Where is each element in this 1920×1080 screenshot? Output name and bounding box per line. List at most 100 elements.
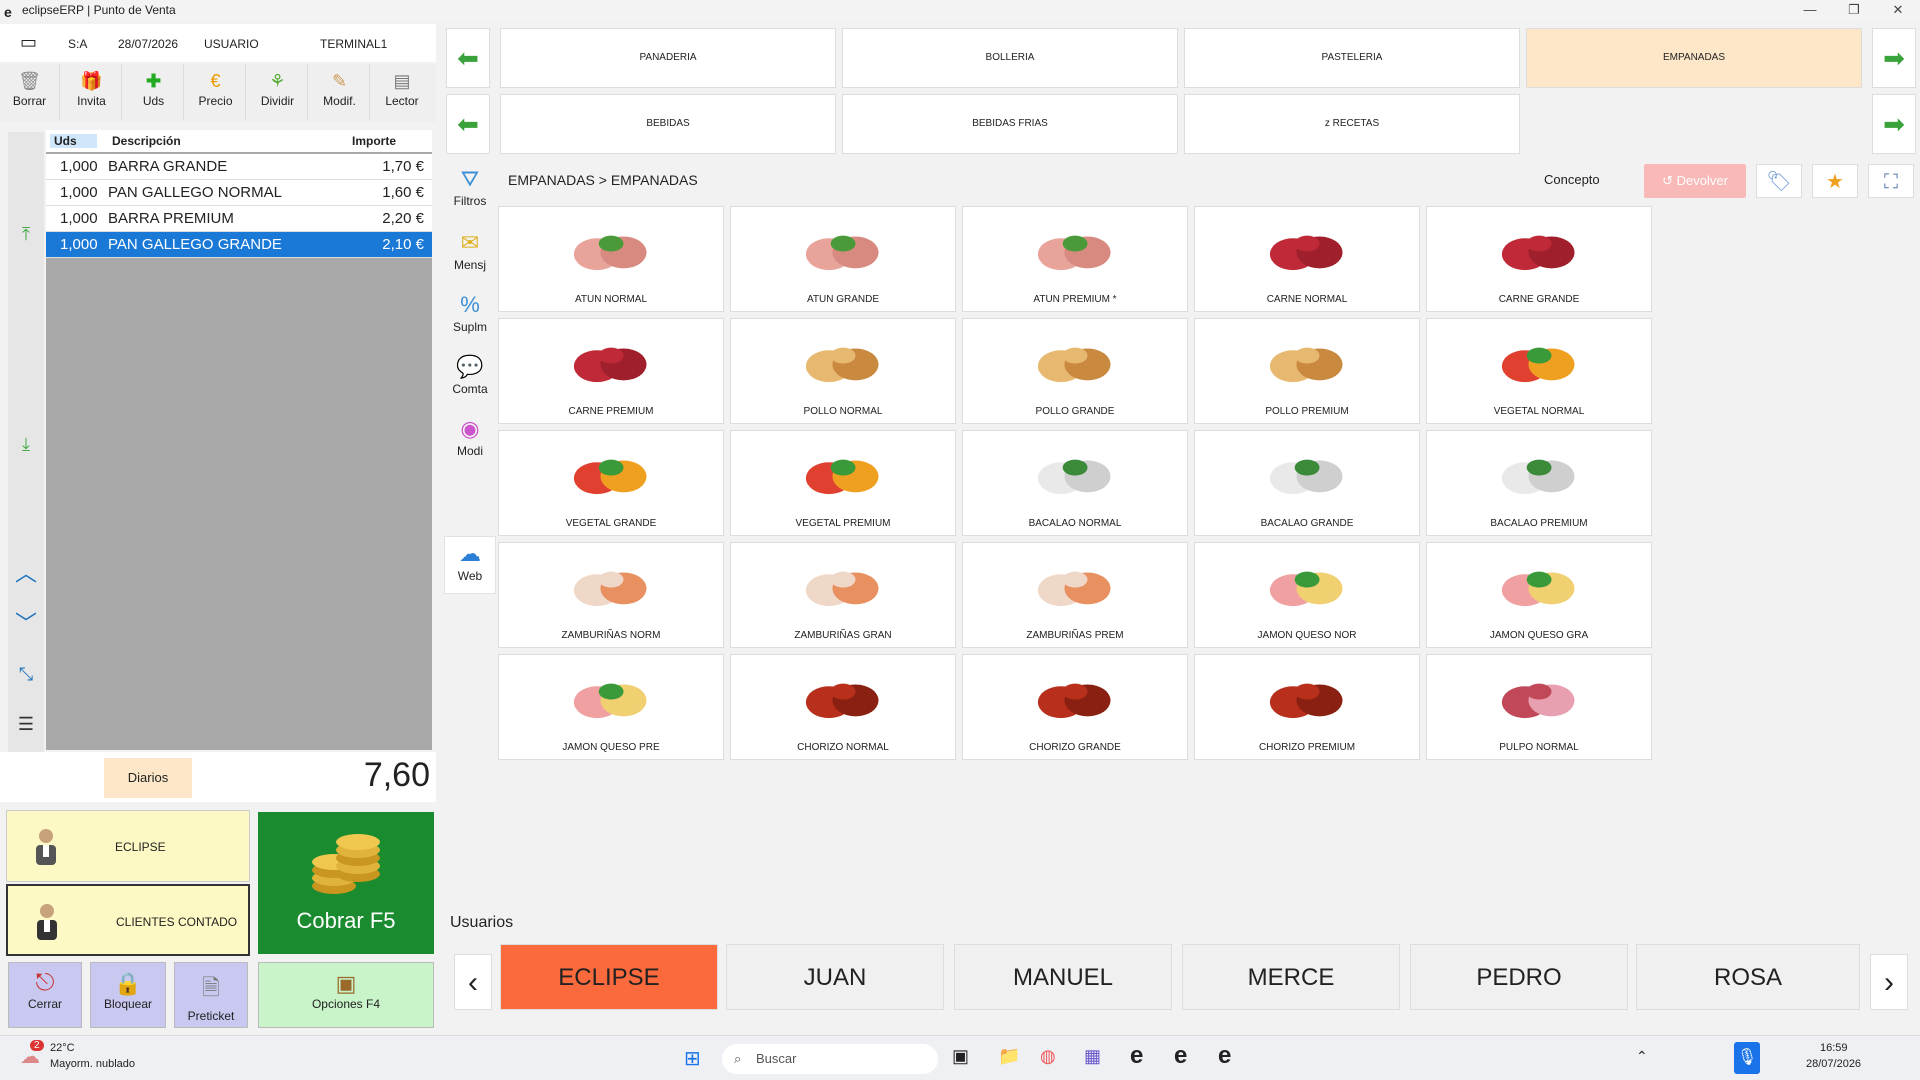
microphone-icon[interactable]: 🎙 [1734,1042,1760,1074]
category-prev-arrow-1[interactable]: ⬅ [446,28,490,88]
users-next-arrow[interactable]: › [1870,954,1908,1010]
product-tile[interactable]: ZAMBURIÑAS NORM [498,542,724,648]
product-tile[interactable]: ATUN GRANDE [730,206,956,312]
product-tile[interactable]: CHORIZO NORMAL [730,654,956,760]
dividir-button[interactable]: ⚘ Dividir [248,64,308,120]
web-button[interactable]: ☁ Web [444,536,496,594]
borrar-button[interactable]: 🗑 Borrar [0,64,60,120]
minimize-button[interactable]: — [1790,0,1830,20]
category-bebidas[interactable]: BEBIDAS [500,94,836,154]
user-eclipse-button[interactable]: ECLIPSE [500,944,718,1010]
product-name: ZAMBURIÑAS GRAN [794,630,892,641]
product-tile[interactable]: ATUN PREMIUM * [962,206,1188,312]
order-row[interactable]: 1,000 PAN GALLEGO NORMAL 1,60 € [46,180,432,206]
restore-button[interactable]: ❐ [1834,0,1874,20]
star-icon[interactable]: ★ [1812,164,1858,198]
product-tile[interactable]: CARNE PREMIUM [498,318,724,424]
category-recetas[interactable]: z RECETAS [1184,94,1520,154]
cerrar-button[interactable]: ⎋ Cerrar [8,962,82,1028]
concepto-label[interactable]: Concepto [1544,172,1600,187]
eclipse-app-icon[interactable]: e [1174,1042,1187,1070]
folder-icon[interactable]: 📁 [998,1046,1020,1067]
product-tile[interactable]: CHORIZO PREMIUM [1194,654,1420,760]
user-juan-button[interactable]: JUAN [726,944,944,1010]
product-tile[interactable]: PULPO NORMAL [1426,654,1652,760]
bloquear-button[interactable]: 🔒 Bloquear [90,962,166,1028]
user-merce-button[interactable]: MERCE [1182,944,1400,1010]
product-tile[interactable]: BACALAO NORMAL [962,430,1188,536]
task-view-icon[interactable]: ▣ [952,1046,969,1067]
product-tile[interactable]: BACALAO GRANDE [1194,430,1420,536]
browser-icon[interactable]: ◍ [1040,1046,1056,1067]
eclipse-app-icon[interactable]: e [1218,1042,1231,1070]
product-tile[interactable]: BACALAO PREMIUM [1426,430,1652,536]
user-manuel-button[interactable]: MANUEL [954,944,1172,1010]
fullscreen-icon[interactable]: ⛶ [1868,164,1914,198]
order-row[interactable]: 1,000 BARRA PREMIUM 2,20 € [46,206,432,232]
product-tile[interactable]: CARNE GRANDE [1426,206,1652,312]
product-tile[interactable]: CHORIZO GRANDE [962,654,1188,760]
windows-start-icon[interactable]: ⊞ [684,1046,701,1071]
category-prev-arrow-2[interactable]: ⬅ [446,94,490,154]
move-top-icon[interactable]: ⤒ [8,212,44,256]
teams-icon[interactable]: ▦ [1084,1046,1101,1067]
product-tile[interactable]: CARNE NORMAL [1194,206,1420,312]
cobrar-button[interactable]: Cobrar F5 [258,812,434,954]
modi-button[interactable]: ◉ Modi [444,412,496,470]
user-rosa-button[interactable]: ROSA [1636,944,1860,1010]
category-bebidas-frias[interactable]: BEBIDAS FRIAS [842,94,1178,154]
product-tile[interactable]: JAMON QUESO PRE [498,654,724,760]
comment-icon: 💬 [456,354,484,379]
mensj-button[interactable]: ✉ Mensj [444,226,496,284]
lector-button[interactable]: ▤ Lector [372,64,432,120]
line-list-icon[interactable]: ☰ [8,702,44,746]
scroll-up-icon[interactable]: ︿ [8,552,44,596]
product-tile[interactable]: VEGETAL GRANDE [498,430,724,536]
close-button[interactable]: ✕ [1878,0,1918,20]
product-tile[interactable]: JAMON QUESO GRA [1426,542,1652,648]
filtros-button[interactable]: ⛛ Filtros [444,162,496,220]
total-amount: 7,60 [363,756,430,794]
customer-contado-button[interactable]: CLIENTES CONTADO [6,884,250,956]
comta-button[interactable]: 💬 Comta [444,350,496,408]
category-pasteleria[interactable]: PASTELERIA [1184,28,1520,88]
precio-button[interactable]: € Precio [186,64,246,120]
category-next-arrow-2[interactable]: ➡ [1872,94,1916,154]
product-tile[interactable]: VEGETAL NORMAL [1426,318,1652,424]
uds-button[interactable]: ✚ Uds [124,64,184,120]
eclipse-app-icon[interactable]: e [1130,1042,1143,1070]
cobrar-label: Cobrar F5 [296,908,396,933]
customer-eclipse-button[interactable]: ECLIPSE [6,810,250,882]
invita-button[interactable]: 🎁 Invita [62,64,122,120]
user-pedro-button[interactable]: PEDRO [1410,944,1628,1010]
category-panaderia[interactable]: PANADERIA [500,28,836,88]
product-tile[interactable]: JAMON QUESO NOR [1194,542,1420,648]
order-row-selected[interactable]: 1,000 PAN GALLEGO GRANDE 2,10 € [46,232,432,258]
modif-button[interactable]: ✎ Modif. [310,64,370,120]
expand-icon[interactable]: ⤡ [8,652,44,696]
diarios-button[interactable]: Diarios [104,758,192,798]
users-prev-arrow[interactable]: ‹ [454,954,492,1010]
screen-icon[interactable]: ▭ [20,32,37,53]
scroll-down-icon[interactable]: ﹀ [8,602,44,646]
taskbar-search[interactable]: ⌕ Buscar [722,1044,938,1074]
category-next-arrow-1[interactable]: ➡ [1872,28,1916,88]
devolver-button[interactable]: ↺ Devolver [1644,164,1746,198]
tag-icon[interactable]: 🏷 [1756,164,1802,198]
product-tile[interactable]: POLLO NORMAL [730,318,956,424]
product-tile[interactable]: ATUN NORMAL [498,206,724,312]
tray-chevron-icon[interactable]: ⌃ [1636,1048,1648,1065]
opciones-button[interactable]: ▣ Opciones F4 [258,962,434,1028]
preticket-button[interactable]: 🗎 Preticket [174,962,248,1028]
category-empanadas[interactable]: EMPANADAS [1526,28,1862,88]
product-tile[interactable]: POLLO PREMIUM [1194,318,1420,424]
product-tile[interactable]: ZAMBURIÑAS PREM [962,542,1188,648]
move-bottom-icon[interactable]: ⤓ [8,422,44,466]
order-row[interactable]: 1,000 BARRA GRANDE 1,70 € [46,154,432,180]
category-bolleria[interactable]: BOLLERIA [842,28,1178,88]
suplm-button[interactable]: % Suplm [444,288,496,346]
product-tile[interactable]: POLLO GRANDE [962,318,1188,424]
search-icon: ⌕ [734,1051,742,1066]
product-tile[interactable]: ZAMBURIÑAS GRAN [730,542,956,648]
product-tile[interactable]: VEGETAL PREMIUM [730,430,956,536]
